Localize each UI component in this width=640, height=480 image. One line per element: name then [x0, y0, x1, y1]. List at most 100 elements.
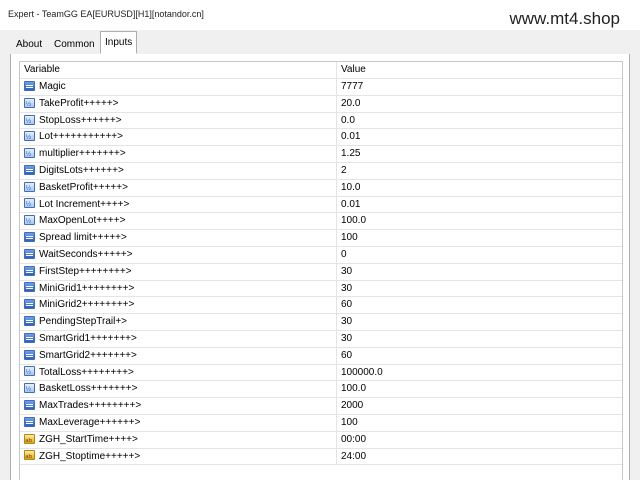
value-cell[interactable]: 100000.0: [337, 365, 622, 381]
window-title: Expert - TeamGG EA[EURUSD][H1][notandor.…: [8, 9, 204, 19]
int-type-icon: [24, 282, 35, 293]
svg-text:½: ½: [26, 134, 32, 140]
variable-cell: SmartGrid2+++++++>: [20, 347, 337, 364]
value-cell[interactable]: 0.0: [337, 113, 622, 129]
double-type-icon: ½: [24, 97, 35, 108]
table-row[interactable]: ab ZGH_StartTime++++> 00:00: [20, 431, 622, 449]
value-cell[interactable]: 30: [337, 331, 622, 347]
variable-cell: ab ZGH_StartTime++++>: [20, 431, 337, 448]
inputs-panel: Variable Value Magic 7777 ½ TakeProfit+++++…: [10, 54, 630, 480]
tab-about[interactable]: About: [12, 36, 46, 53]
svg-text:½: ½: [26, 369, 32, 375]
variable-name: Magic: [39, 81, 66, 92]
value-cell[interactable]: 1.25: [337, 146, 622, 162]
int-type-icon: [24, 316, 35, 327]
watermark-text: www.mt4.shop: [509, 9, 620, 28]
double-type-icon: ½: [24, 198, 35, 209]
table-row[interactable]: ½ Lot+++++++++++> 0.01: [20, 129, 622, 147]
variable-cell: ½ StopLoss++++++>: [20, 112, 337, 129]
variable-name: SmartGrid2+++++++>: [39, 349, 137, 361]
variable-name: Lot+++++++++++>: [39, 131, 123, 143]
table-row[interactable]: MiniGrid1++++++++> 30: [20, 280, 622, 298]
string-type-icon: ab: [24, 433, 35, 444]
table-row[interactable]: WaitSeconds+++++> 0: [20, 246, 622, 264]
table-row[interactable]: MaxTrades++++++++> 2000: [20, 398, 622, 415]
double-type-icon: ½: [24, 131, 35, 142]
table-row[interactable]: ½ BasketProfit+++++> 10.0: [20, 179, 622, 197]
value-cell[interactable]: 0.01: [337, 129, 622, 145]
int-type-icon: [24, 299, 35, 310]
variable-name: PendingStepTrail+>: [39, 316, 128, 328]
variable-name: ZGH_StartTime++++>: [39, 433, 138, 445]
variable-name: StopLoss++++++>: [39, 114, 122, 126]
double-type-icon: ½: [24, 383, 35, 394]
variable-cell: ½ TakeProfit+++++>: [20, 95, 337, 112]
table-row[interactable]: ½ BasketLoss+++++++> 100.0: [20, 381, 622, 399]
table-row[interactable]: SmartGrid1+++++++> 30: [20, 330, 622, 348]
variable-cell: SmartGrid1+++++++>: [20, 330, 337, 347]
value-cell[interactable]: 60: [337, 348, 622, 364]
tab-inputs[interactable]: Inputs: [100, 31, 138, 54]
table-row[interactable]: Magic 7777: [20, 79, 622, 96]
double-type-icon: ½: [24, 114, 35, 125]
table-row[interactable]: ½ TakeProfit+++++> 20.0: [20, 95, 622, 113]
variable-name: WaitSeconds+++++>: [39, 248, 133, 260]
variable-cell: ½ BasketLoss+++++++>: [20, 381, 337, 398]
value-cell[interactable]: 0: [337, 247, 622, 263]
value-cell[interactable]: 100.0: [337, 213, 622, 229]
variable-cell: PendingStepTrail+>: [20, 314, 337, 330]
value-cell[interactable]: 2000: [337, 398, 622, 414]
table-row[interactable]: SmartGrid2+++++++> 60: [20, 347, 622, 365]
table-row[interactable]: FirstStep++++++++> 30: [20, 263, 622, 281]
value-cell[interactable]: 00:00: [337, 432, 622, 448]
double-type-icon: ½: [24, 148, 35, 159]
value-cell[interactable]: 30: [337, 281, 622, 297]
variable-cell: Spread limit+++++>: [20, 230, 337, 246]
int-type-icon: [24, 416, 35, 427]
table-row[interactable]: ½ MaxOpenLot++++> 100.0: [20, 213, 622, 231]
table-row[interactable]: PendingStepTrail+> 30: [20, 314, 622, 331]
value-cell[interactable]: 100: [337, 230, 622, 246]
variable-name: MaxOpenLot++++>: [39, 215, 126, 227]
table-row[interactable]: ½ TotalLoss++++++++> 100000.0: [20, 364, 622, 382]
value-cell[interactable]: 10.0: [337, 180, 622, 196]
variable-name: MiniGrid1++++++++>: [39, 282, 135, 294]
column-header-value[interactable]: Value: [337, 62, 622, 78]
variable-cell: FirstStep++++++++>: [20, 263, 337, 280]
int-type-icon: [24, 232, 35, 243]
table-row[interactable]: MaxLeverage++++++> 100: [20, 414, 622, 432]
value-cell[interactable]: 30: [337, 264, 622, 280]
variable-cell: WaitSeconds+++++>: [20, 246, 337, 263]
value-cell[interactable]: 7777: [337, 79, 622, 95]
svg-text:½: ½: [26, 201, 32, 207]
variable-name: BasketProfit+++++>: [39, 181, 128, 193]
value-cell[interactable]: 20.0: [337, 96, 622, 112]
variable-name: TakeProfit+++++>: [39, 97, 119, 109]
variable-cell: ½ MaxOpenLot++++>: [20, 213, 337, 230]
column-header-variable[interactable]: Variable: [20, 62, 337, 78]
table-row[interactable]: Spread limit+++++> 100: [20, 230, 622, 247]
table-row[interactable]: MiniGrid2++++++++> 60: [20, 297, 622, 315]
table-row[interactable]: ½ StopLoss++++++> 0.0: [20, 112, 622, 130]
value-cell[interactable]: 24:00: [337, 449, 622, 465]
variable-name: ZGH_Stoptime+++++>: [39, 450, 141, 462]
table-row[interactable]: ab ZGH_Stoptime+++++> 24:00: [20, 448, 622, 466]
value-cell[interactable]: 100: [337, 415, 622, 431]
svg-text:½: ½: [26, 218, 32, 224]
inputs-table: Variable Value Magic 7777 ½ TakeProfit+++++…: [19, 61, 623, 480]
value-cell[interactable]: 30: [337, 314, 622, 330]
svg-text:½: ½: [26, 118, 32, 124]
value-cell[interactable]: 0.01: [337, 197, 622, 213]
tab-common[interactable]: Common: [50, 36, 99, 53]
int-type-icon: [24, 265, 35, 276]
variable-cell: ½ multiplier+++++++>: [20, 146, 337, 162]
value-cell[interactable]: 2: [337, 163, 622, 179]
value-cell[interactable]: 100.0: [337, 381, 622, 397]
variable-name: FirstStep++++++++>: [39, 265, 132, 277]
table-row[interactable]: ½ Lot Increment++++> 0.01: [20, 196, 622, 214]
double-type-icon: ½: [24, 366, 35, 377]
table-row[interactable]: DigitsLots++++++> 2: [20, 162, 622, 180]
table-row[interactable]: ½ multiplier+++++++> 1.25: [20, 146, 622, 163]
value-cell[interactable]: 60: [337, 297, 622, 313]
variable-cell: MaxLeverage++++++>: [20, 414, 337, 431]
